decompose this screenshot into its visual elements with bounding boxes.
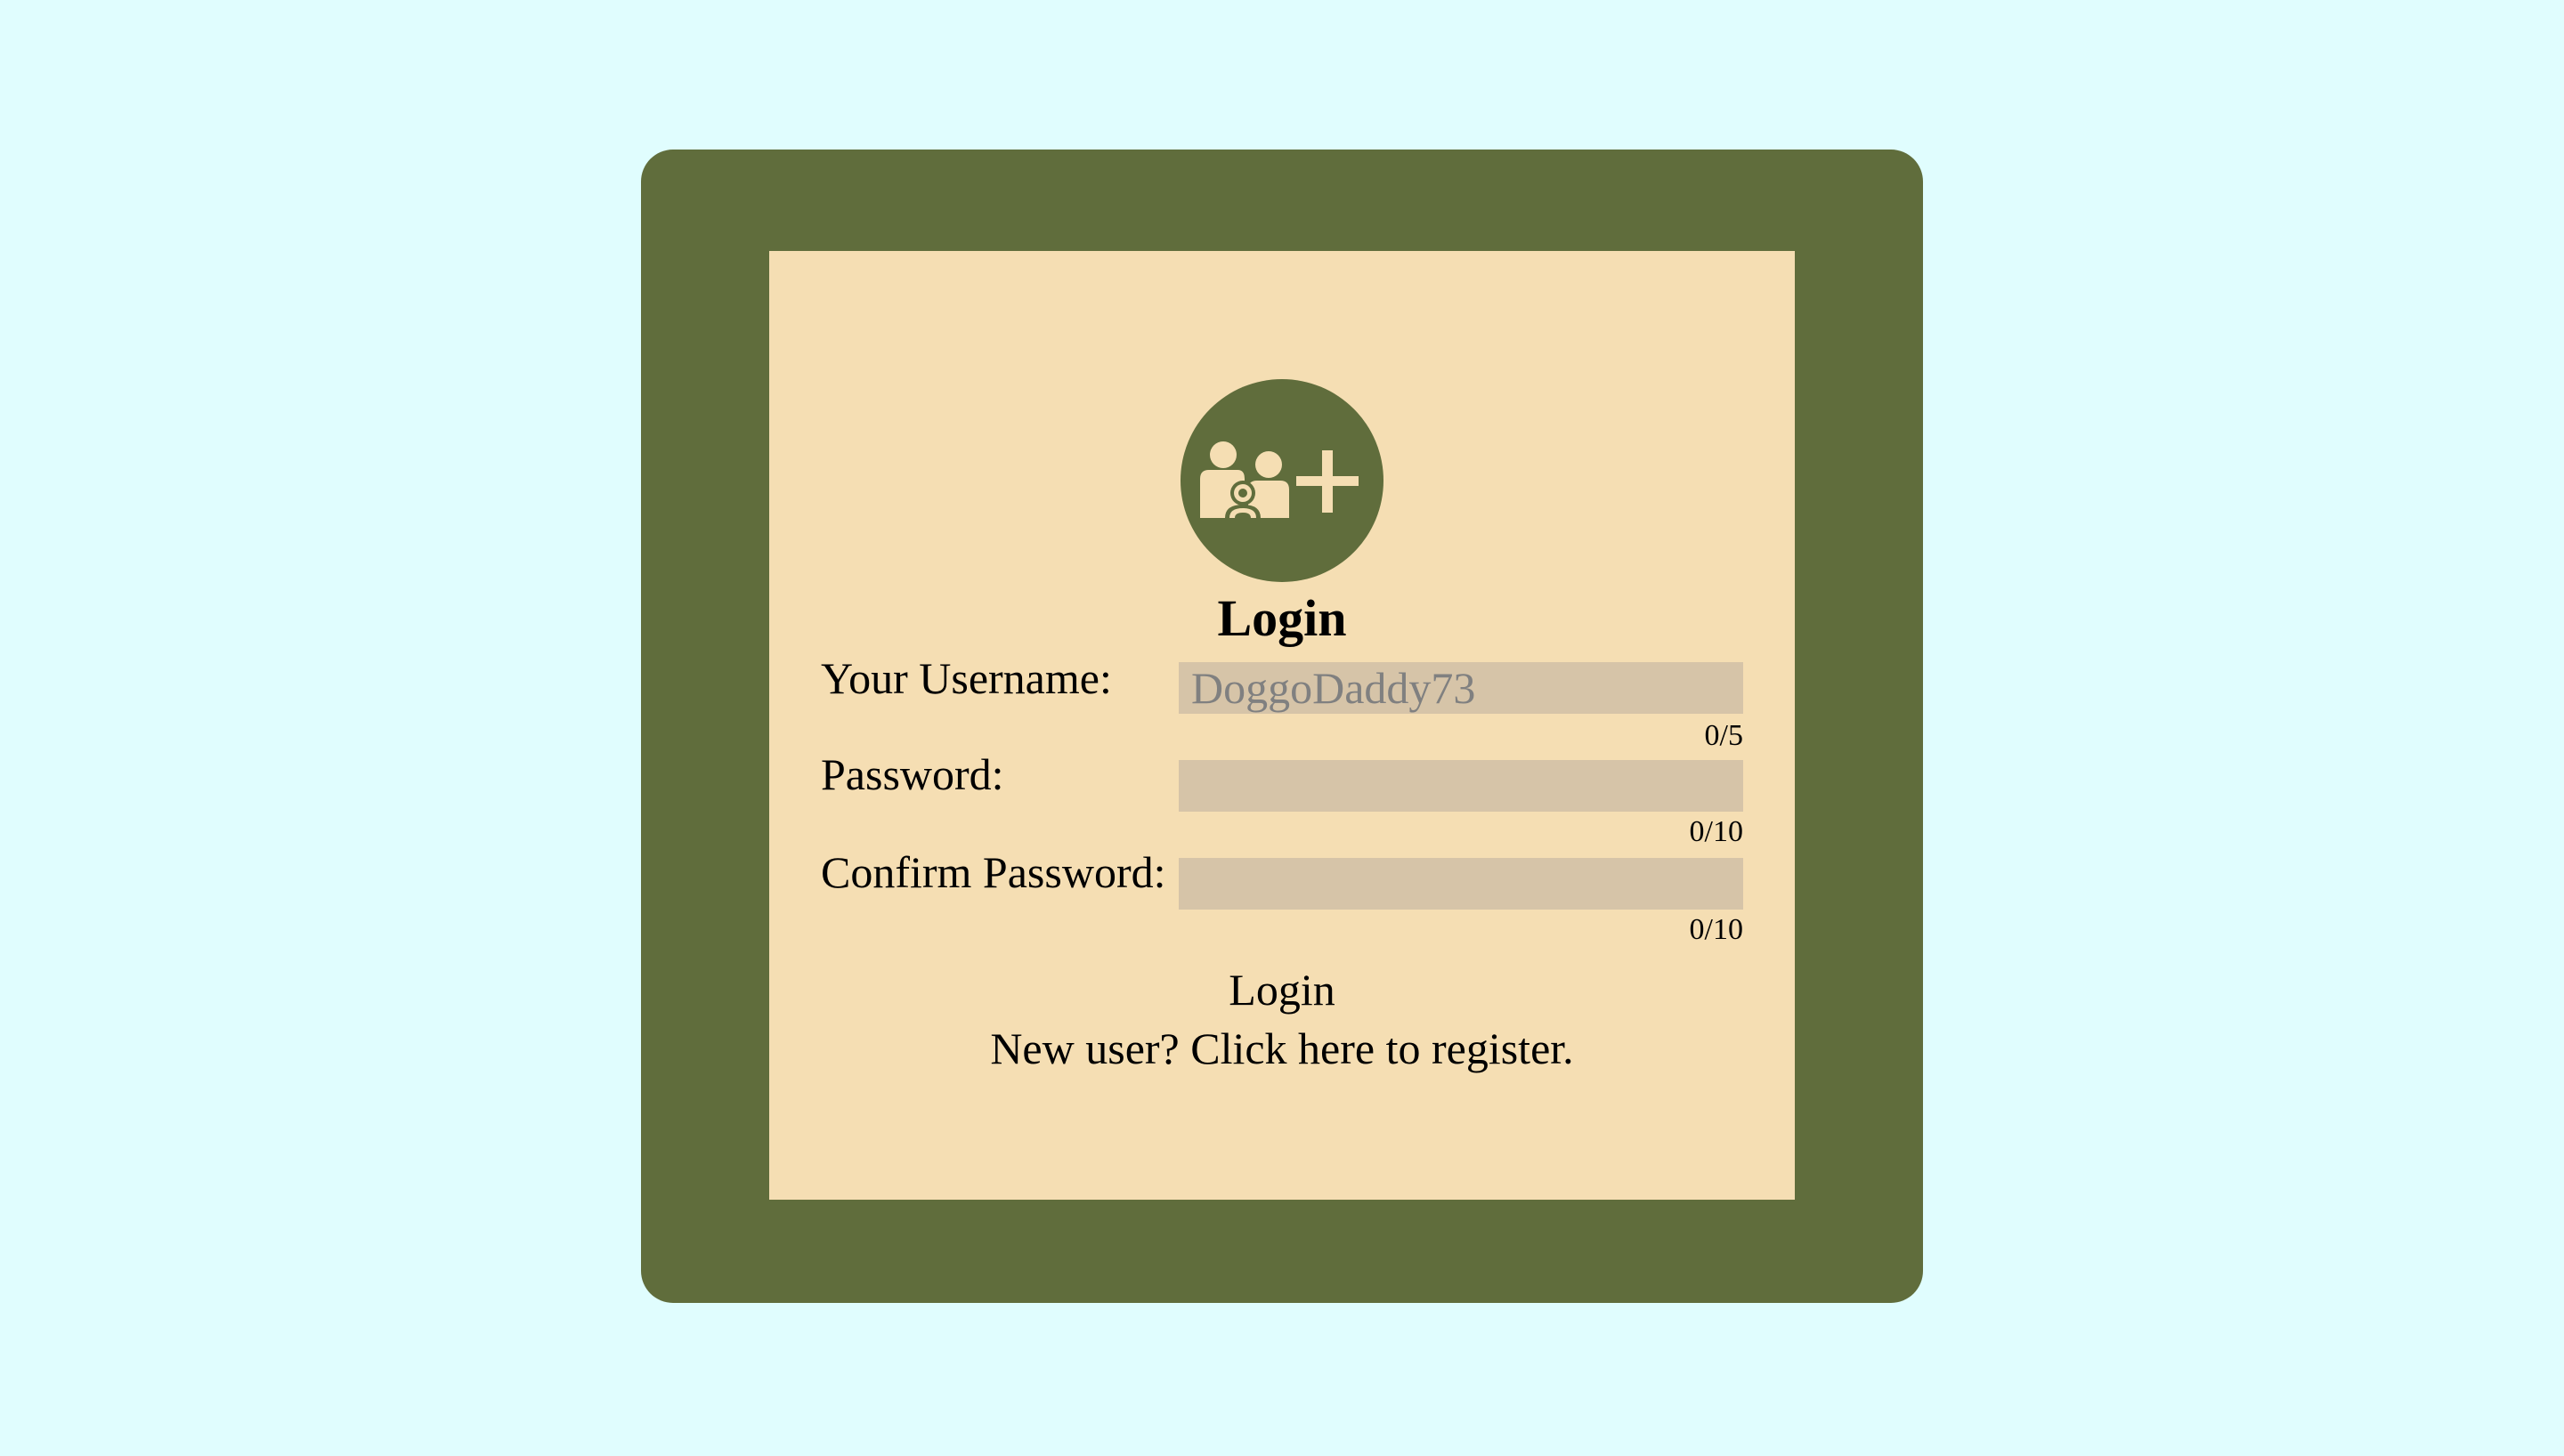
username-input[interactable] — [1179, 662, 1743, 714]
confirm-password-label: Confirm Password: — [821, 847, 1166, 897]
login-card: Login Your Username: 0/5 Password: 0/10 … — [641, 150, 1923, 1303]
confirm-password-input[interactable] — [1179, 858, 1743, 910]
confirm-password-char-counter: 0/10 — [1689, 913, 1743, 946]
password-input[interactable] — [1179, 760, 1743, 812]
family-add-icon — [1200, 441, 1359, 518]
login-button[interactable]: Login — [1148, 961, 1416, 1018]
page-title: Login — [1217, 589, 1347, 647]
username-label: Your Username: — [821, 653, 1112, 703]
login-panel: Login Your Username: 0/5 Password: 0/10 … — [769, 251, 1795, 1200]
password-label: Password: — [821, 749, 1004, 799]
register-link[interactable]: New user? Click here to register. — [769, 1022, 1795, 1075]
avatar — [1181, 379, 1383, 582]
username-char-counter: 0/5 — [1704, 719, 1743, 752]
password-char-counter: 0/10 — [1689, 815, 1743, 848]
